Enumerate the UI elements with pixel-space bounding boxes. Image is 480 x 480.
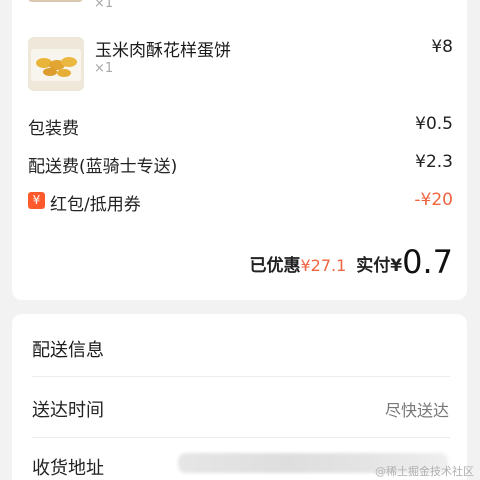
delivery-info-title: 配送信息 — [32, 340, 104, 361]
paid-total-value: 0.7 — [402, 243, 453, 281]
item-quantity: ×1 — [94, 61, 114, 76]
delivery-time-label: 送达时间 — [32, 400, 104, 421]
delivery-time-value[interactable]: 尽快送达 — [385, 397, 449, 421]
order-summary: 已优惠 ¥27.1 实付 ¥ 0.7 — [249, 246, 453, 278]
paid-label: 实付 — [356, 256, 391, 276]
divider — [32, 376, 450, 377]
coupon-value: -¥20 — [414, 190, 453, 210]
previous-item-image — [28, 0, 83, 2]
item-price: ¥8 — [431, 37, 453, 57]
divider — [32, 437, 450, 438]
discount-total-value: ¥27.1 — [300, 256, 347, 275]
discount-total-label: 已优惠 — [249, 256, 301, 276]
paid-currency: ¥ — [390, 256, 403, 276]
address-label: 收货地址 — [32, 458, 104, 479]
egg-pancake-image-icon — [28, 37, 84, 91]
packaging-fee-value: ¥0.5 — [415, 114, 453, 134]
packaging-fee-label: 包装费 — [28, 119, 79, 139]
previous-item-quantity: ×1 — [94, 0, 114, 11]
item-image[interactable] — [28, 37, 84, 91]
coupon-yuan-icon: ¥ — [28, 192, 45, 209]
watermark: @稀土掘金技术社区 — [375, 465, 474, 478]
delivery-fee-value: ¥2.3 — [415, 152, 453, 172]
item-name[interactable]: 玉米肉酥花样蛋饼 — [95, 36, 231, 61]
coupon-label: 红包/抵用券 — [50, 195, 141, 215]
delivery-fee-label: 配送费(蓝骑士专送) — [28, 157, 178, 177]
